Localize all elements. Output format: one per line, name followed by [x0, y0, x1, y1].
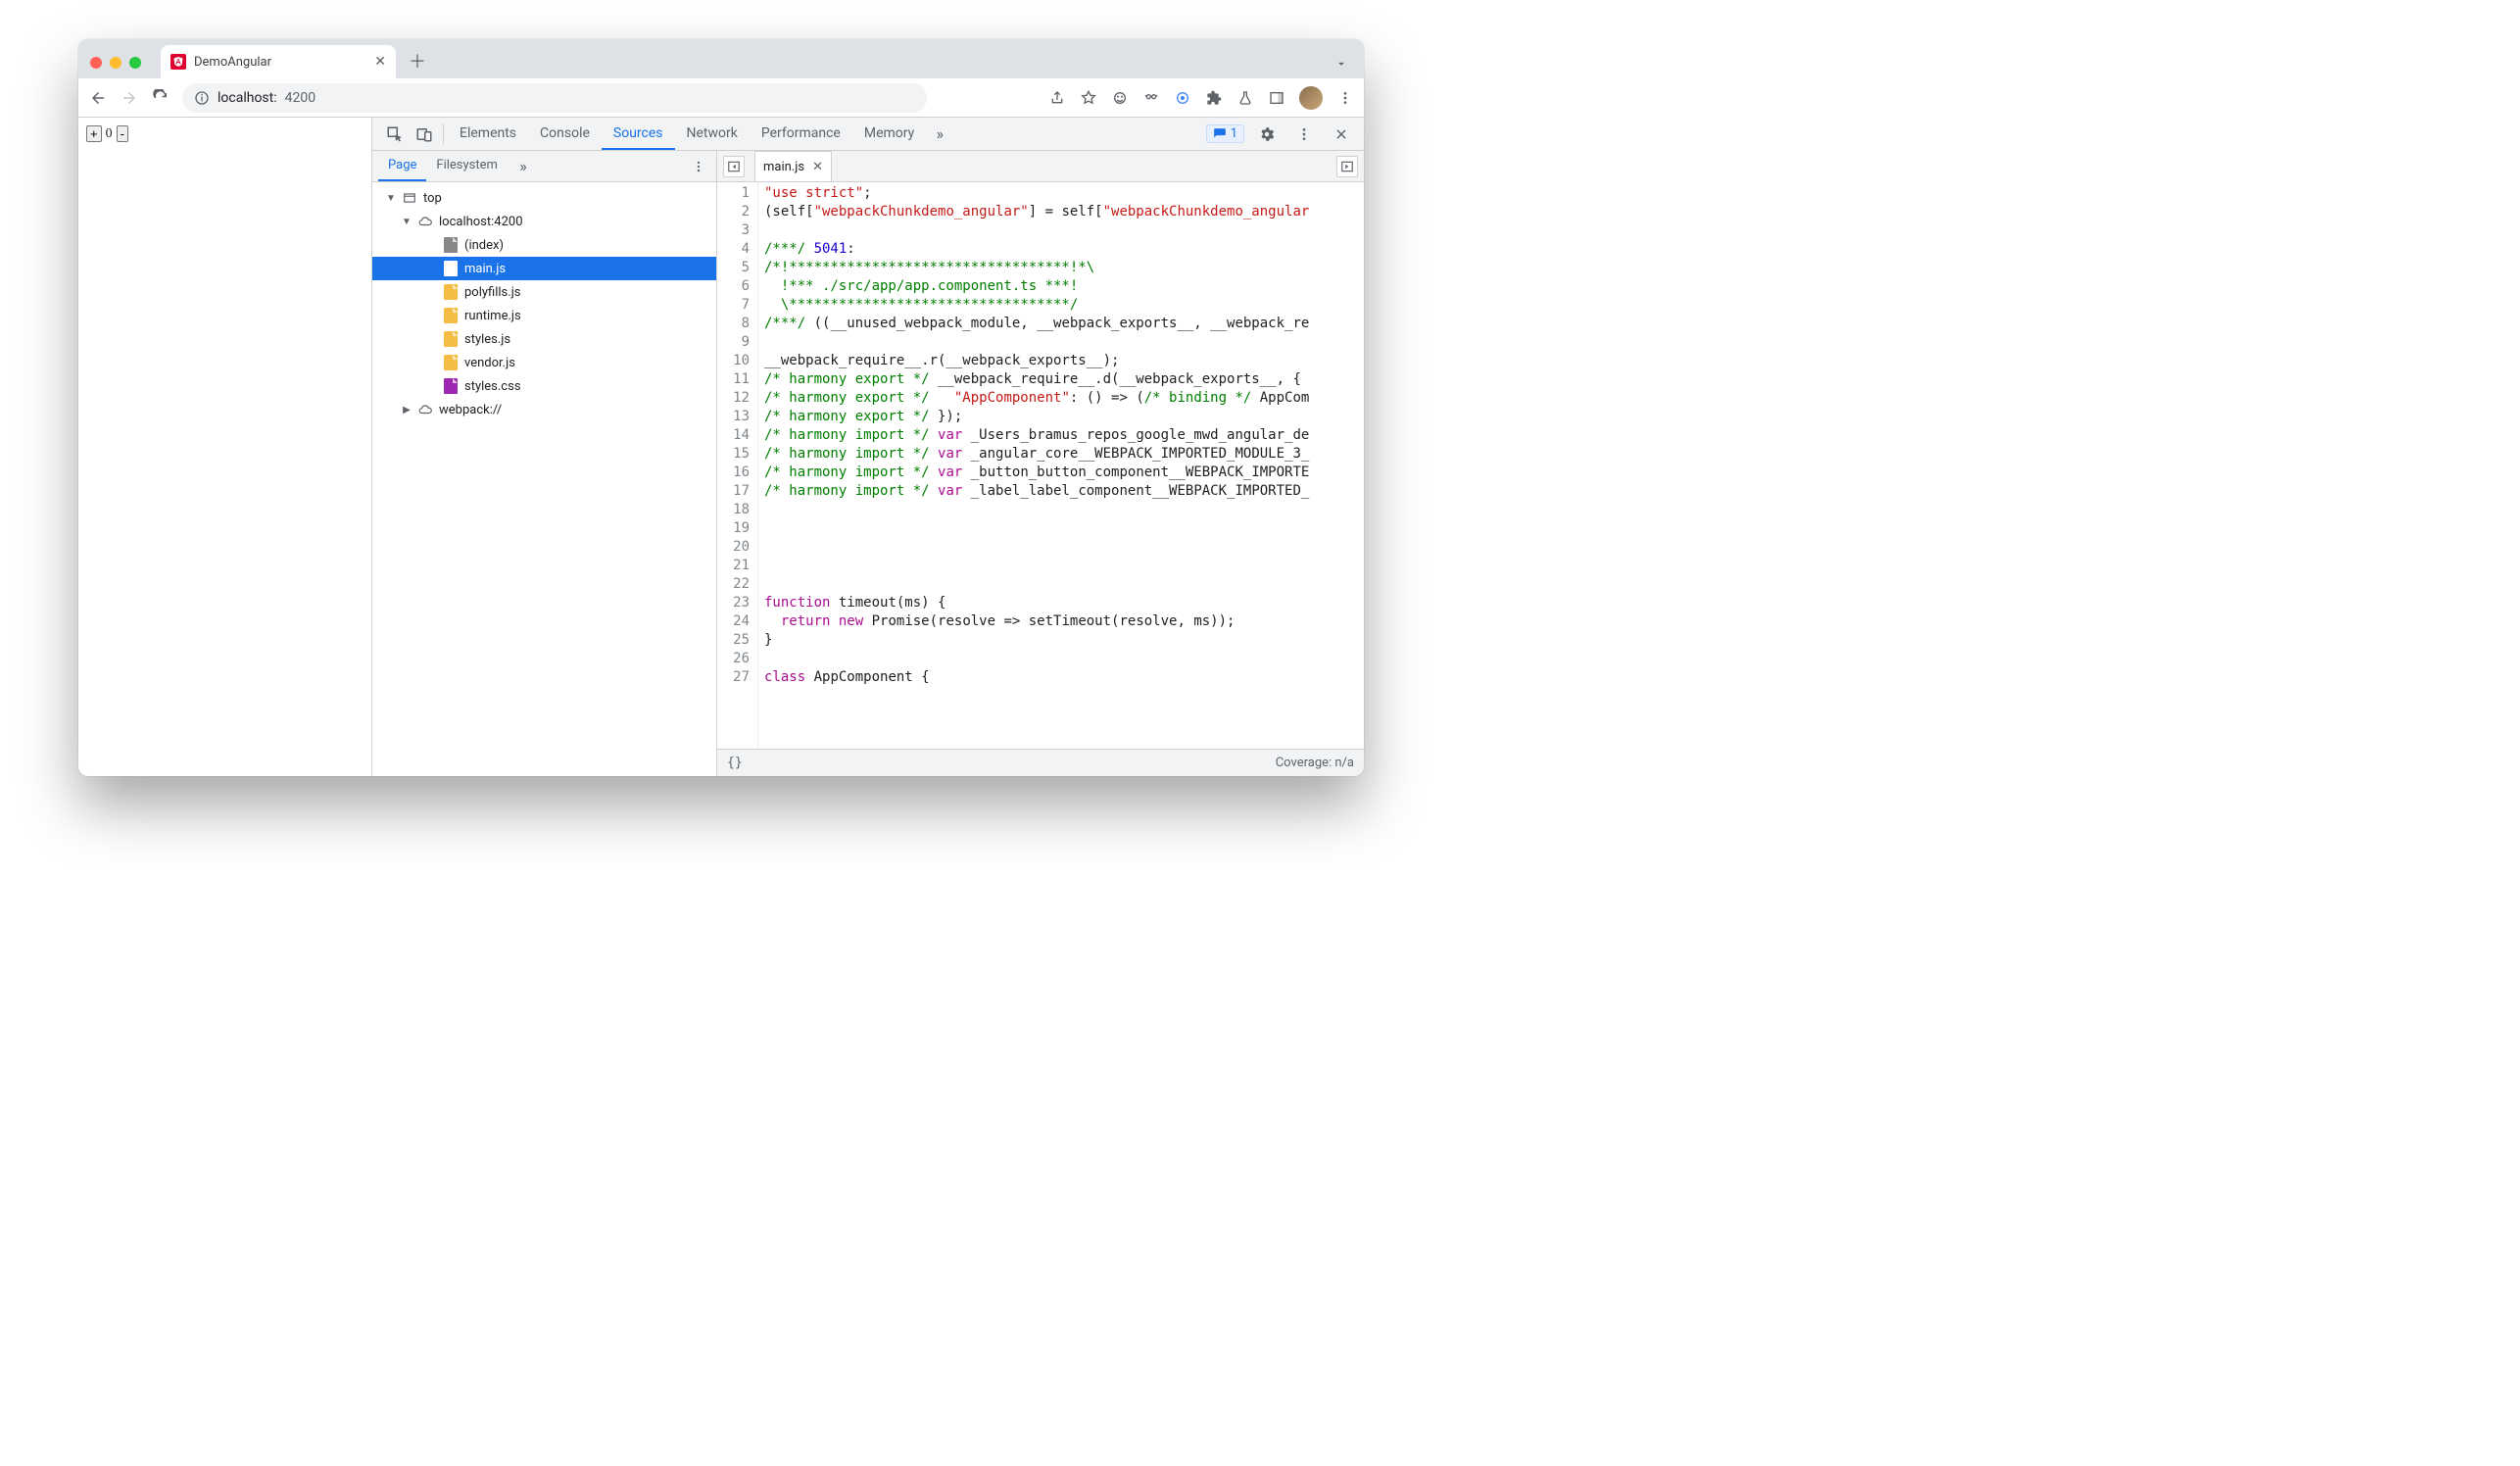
issues-count: 1: [1231, 126, 1237, 141]
tree-file-runtime-js[interactable]: runtime.js: [372, 304, 716, 327]
back-button[interactable]: [88, 88, 108, 108]
reload-button[interactable]: [151, 88, 170, 108]
share-icon[interactable]: [1048, 89, 1066, 107]
tree-row[interactable]: ▼localhost:4200: [372, 210, 716, 233]
tree-file-main-js[interactable]: main.js: [372, 257, 716, 280]
devtools-menu-icon[interactable]: [1289, 126, 1319, 142]
device-toolbar-icon[interactable]: [410, 118, 439, 150]
devtools-tab-network[interactable]: Network: [675, 118, 750, 150]
extension-icon-1[interactable]: [1111, 89, 1129, 107]
tree-file-styles-css[interactable]: styles.css: [372, 374, 716, 398]
tree-row[interactable]: ▼top: [372, 186, 716, 210]
browser-tab-title: DemoAngular: [194, 55, 271, 70]
devtools-tab-performance[interactable]: Performance: [750, 118, 852, 150]
decrement-button[interactable]: -: [117, 125, 128, 142]
devtools-settings-icon[interactable]: [1252, 125, 1282, 143]
profile-avatar[interactable]: [1299, 86, 1323, 110]
devtools: ElementsConsoleSourcesNetworkPerformance…: [372, 118, 1364, 776]
labs-flask-icon[interactable]: [1236, 89, 1254, 107]
devtools-tab-console[interactable]: Console: [528, 118, 602, 150]
code-editor[interactable]: 1234567891011121314151617181920212223242…: [717, 182, 1364, 749]
line-gutter: 1234567891011121314151617181920212223242…: [717, 182, 758, 749]
address-bar: localhost: 4200: [78, 78, 1364, 118]
tree-file-styles-js[interactable]: styles.js: [372, 327, 716, 351]
angular-favicon: [170, 54, 186, 70]
omnibox[interactable]: localhost: 4200: [182, 83, 927, 113]
tab-close-button[interactable]: ✕: [374, 54, 386, 70]
devtools-tab-sources[interactable]: Sources: [602, 118, 675, 150]
tree-file-vendor-js[interactable]: vendor.js: [372, 351, 716, 374]
devtools-close-icon[interactable]: [1327, 127, 1356, 141]
url-port: 4200: [285, 90, 315, 106]
tree-file--index-[interactable]: (index): [372, 233, 716, 257]
editor-panel: main.js ✕ 123456789101112131415161718192…: [717, 151, 1364, 776]
bookmark-star-icon[interactable]: [1080, 89, 1097, 107]
navigator-tab-page[interactable]: Page: [378, 151, 426, 181]
file-tab-label: main.js: [763, 160, 804, 174]
navigator-tabs-overflow[interactable]: »: [511, 151, 535, 181]
new-tab-button[interactable]: ＋: [404, 47, 431, 74]
maximize-window-button[interactable]: [129, 57, 141, 69]
devtools-tabs-overflow[interactable]: »: [926, 118, 953, 150]
file-tree[interactable]: ▼top▼localhost:4200(index)main.jspolyfil…: [372, 182, 716, 776]
pretty-print-button[interactable]: {}: [727, 756, 743, 770]
tab-strip: DemoAngular ✕ ＋: [78, 39, 1364, 78]
navigator-tab-filesystem[interactable]: Filesystem: [426, 151, 508, 181]
sources-navigator: PageFilesystem » ▼top▼localhost:4200(ind…: [372, 151, 717, 776]
tree-row[interactable]: ▶webpack://: [372, 398, 716, 421]
extension-icon-2[interactable]: [1142, 89, 1160, 107]
browser-tab[interactable]: DemoAngular ✕: [161, 45, 396, 78]
file-tab-close-icon[interactable]: ✕: [812, 160, 823, 174]
window-controls: [90, 57, 141, 69]
navigator-tabs: PageFilesystem »: [372, 151, 716, 182]
inspect-element-icon[interactable]: [380, 118, 410, 150]
code-content: "use strict";(self["webpackChunkdemo_ang…: [758, 182, 1364, 749]
issues-button[interactable]: 1: [1206, 124, 1244, 143]
devtools-tab-elements[interactable]: Elements: [448, 118, 528, 150]
chrome-menu-icon[interactable]: [1336, 89, 1354, 107]
coverage-status: Coverage: n/a: [1276, 756, 1354, 770]
counter-value: 0: [106, 126, 113, 142]
forward-button[interactable]: [120, 88, 139, 108]
toggle-navigator-icon[interactable]: [723, 156, 745, 177]
tree-file-polyfills-js[interactable]: polyfills.js: [372, 280, 716, 304]
url-host: localhost:: [218, 90, 277, 106]
close-window-button[interactable]: [90, 57, 102, 69]
extension-icon-3[interactable]: [1174, 89, 1191, 107]
devtools-tab-memory[interactable]: Memory: [852, 118, 926, 150]
navigator-menu-icon[interactable]: [687, 151, 710, 181]
toggle-debugger-icon[interactable]: [1336, 156, 1358, 177]
file-tab-mainjs[interactable]: main.js ✕: [754, 151, 832, 181]
rendered-page: + 0 -: [78, 118, 372, 776]
browser-window: DemoAngular ✕ ＋ localhost: 4200: [78, 39, 1364, 776]
minimize-window-button[interactable]: [110, 57, 121, 69]
file-tabs: main.js ✕: [717, 151, 1364, 182]
extensions-puzzle-icon[interactable]: [1205, 89, 1223, 107]
increment-button[interactable]: +: [86, 125, 102, 142]
devtools-tabs: ElementsConsoleSourcesNetworkPerformance…: [372, 118, 1364, 151]
editor-status-bar: {} Coverage: n/a: [717, 749, 1364, 776]
site-info-icon[interactable]: [194, 90, 210, 106]
side-panel-icon[interactable]: [1268, 89, 1285, 107]
tabs-overflow-button[interactable]: [1334, 57, 1348, 71]
